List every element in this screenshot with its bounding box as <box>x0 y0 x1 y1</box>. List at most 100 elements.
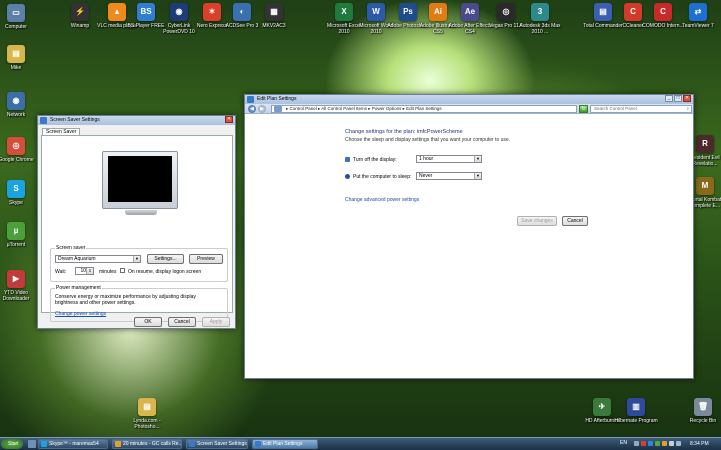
maximize-icon[interactable]: □ <box>674 95 682 102</box>
desktop-icon[interactable]: ▤ Lynda.com - Photosho... <box>125 398 169 430</box>
taskbar-item-label: Screen Saver Settings <box>197 441 247 447</box>
sleep-label: Put the computer to sleep: <box>353 174 412 180</box>
app-icon: Ps <box>399 3 417 21</box>
search-icon[interactable]: ⌕ <box>686 106 689 112</box>
cancel-button[interactable]: Cancel <box>168 317 196 327</box>
desktop-icon[interactable]: ▤ Mike <box>0 45 38 71</box>
tray-icon[interactable] <box>655 441 660 446</box>
volume-icon[interactable] <box>669 441 674 446</box>
app-icon: 3 <box>531 3 549 21</box>
taskbar-app-icon <box>115 441 121 447</box>
app-icon: ▶ <box>7 270 25 288</box>
desktop-icon-label: µTorrent <box>6 242 26 248</box>
cancel-button[interactable]: Cancel <box>562 216 588 226</box>
taskbar-item[interactable]: Screen Saver Settings <box>186 439 248 449</box>
app-icon: ◎ <box>7 137 25 155</box>
display-timeout-select[interactable]: 1 hour ▼ <box>416 155 482 163</box>
desktop-icon-label: Google Chrome <box>0 157 34 163</box>
forward-icon[interactable]: ▶ <box>258 105 266 113</box>
stepper-arrows-icon[interactable]: ⇕ <box>86 268 93 274</box>
app-icon: ◎ <box>497 3 515 21</box>
chevron-down-icon: ▼ <box>474 156 481 162</box>
app-icon: ⇄ <box>689 3 707 21</box>
screen-saver-icon <box>40 117 47 124</box>
minimize-icon[interactable]: _ <box>665 95 673 102</box>
desktop-icon-label: Autodesk 3ds Max 2010 ... <box>519 23 561 35</box>
app-icon: ▤ <box>7 45 25 63</box>
network-icon[interactable] <box>676 441 681 446</box>
taskbar-app-icon <box>41 441 47 447</box>
app-icon: ◉ <box>170 3 188 21</box>
edit-plan-titlebar[interactable]: Edit Plan Settings _ □ ✕ <box>245 95 693 104</box>
app-icon: Ae <box>461 3 479 21</box>
screen-saver-window: Screen Saver Settings ✕ Screen Saver Scr… <box>37 115 236 329</box>
sleep-timeout-select[interactable]: Never ▼ <box>416 172 482 180</box>
app-icon: ✶ <box>203 3 221 21</box>
desktop-icon-label: MKV2AC3 <box>262 23 286 29</box>
desktop-icon[interactable]: ▦ MKV2AC3 <box>252 3 296 29</box>
wait-label: Wait: <box>55 269 67 275</box>
taskbar-item[interactable]: Edit Plan Settings <box>252 439 318 449</box>
tray-icon[interactable] <box>648 441 653 446</box>
screen-saver-title: Screen Saver Settings <box>50 117 100 123</box>
app-icon: M <box>696 177 714 195</box>
desktop-icon-label: Skype <box>9 200 23 206</box>
app-icon: ▤ <box>594 3 612 21</box>
desktop-icon[interactable]: 3 Autodesk 3ds Max 2010 ... <box>518 3 562 35</box>
page-title: Change settings for the plan: imfcPowerS… <box>345 129 463 135</box>
app-icon: X <box>335 3 353 21</box>
tray-icon[interactable] <box>641 441 646 446</box>
desktop-icon[interactable]: ▥ Hilbernate Program <box>614 398 658 424</box>
ok-button[interactable]: OK <box>134 317 162 327</box>
tray-icon[interactable] <box>634 441 639 446</box>
desktop-icon[interactable]: S Skype <box>0 180 38 206</box>
address-bar[interactable]: ▸ Control Panel ▸ All Control Panel Item… <box>271 105 577 113</box>
taskbar-item-label: Skype™ - maremas54 <box>49 441 99 447</box>
chevron-down-icon: ▼ <box>133 256 140 262</box>
screen-saver-group-title: Screen saver <box>55 245 87 251</box>
desktop-icon[interactable]: ◉ Network <box>0 92 38 118</box>
refresh-icon[interactable]: ↻ <box>579 105 588 113</box>
settings-button[interactable]: Settings... <box>147 254 184 264</box>
desktop-icon[interactable]: 🗑 Recycle Bin <box>681 398 721 424</box>
app-icon: ◉ <box>7 92 25 110</box>
desktop-icon[interactable]: ▭ Computer <box>0 4 38 30</box>
desktop-icon[interactable]: ◎ Google Chrome <box>0 137 38 163</box>
screen-saver-value: Dream Aquarium <box>58 256 96 262</box>
quick-launch-icon[interactable] <box>28 440 36 448</box>
back-icon[interactable]: ◀ <box>248 105 256 113</box>
close-icon[interactable]: ✕ <box>225 116 233 123</box>
clock[interactable]: 8:34 PM <box>690 441 709 447</box>
app-icon: µ <box>7 222 25 240</box>
preview-button[interactable]: Preview <box>189 254 223 264</box>
app-icon: ▤ <box>138 398 156 416</box>
resume-checkbox[interactable] <box>120 268 125 273</box>
advanced-power-settings-link[interactable]: Change advanced power settings <box>345 197 419 203</box>
language-indicator[interactable]: EN <box>620 440 627 446</box>
desktop-icon-label: Computer <box>5 24 27 30</box>
desktop-icon[interactable]: ⇄ TeamViewer 7 <box>676 3 720 29</box>
screen-saver-titlebar[interactable]: Screen Saver Settings ✕ <box>38 116 235 125</box>
edit-plan-title: Edit Plan Settings <box>257 96 297 102</box>
search-input[interactable]: Search Control Panel ⌕ <box>590 105 692 113</box>
save-changes-button: Save changes <box>517 216 557 226</box>
wait-stepper[interactable]: 10 ⇕ <box>75 267 94 275</box>
desktop-icon-label: Mike <box>10 65 22 71</box>
change-power-settings-link[interactable]: Change power settings <box>55 311 106 317</box>
screen-saver-select[interactable]: Dream Aquarium ▼ <box>55 255 141 263</box>
tray-icon[interactable] <box>662 441 667 446</box>
display-icon <box>345 157 350 162</box>
start-button[interactable]: Start <box>1 439 23 449</box>
screen-saver-panel: Screen saver Dream Aquarium ▼ Settings..… <box>41 135 233 322</box>
desktop-icon-label: Lynda.com - Photosho... <box>133 418 161 430</box>
taskbar-item-label: Edit Plan Settings <box>263 441 303 447</box>
desktop-icon-label: YTD Video Downloader <box>2 290 30 302</box>
desktop-icon[interactable]: ▶ YTD Video Downloader <box>0 270 38 302</box>
desktop-icon[interactable]: µ µTorrent <box>0 222 38 248</box>
power-management-title: Power management <box>55 285 102 291</box>
taskbar-item[interactable]: Skype™ - maremas54 <box>38 439 108 449</box>
app-icon: ▭ <box>7 4 25 22</box>
resume-label: On resume, display logon screen <box>128 269 202 275</box>
taskbar-item[interactable]: 20 minutes - GC calls Re... <box>112 439 182 449</box>
close-icon[interactable]: ✕ <box>683 95 691 102</box>
